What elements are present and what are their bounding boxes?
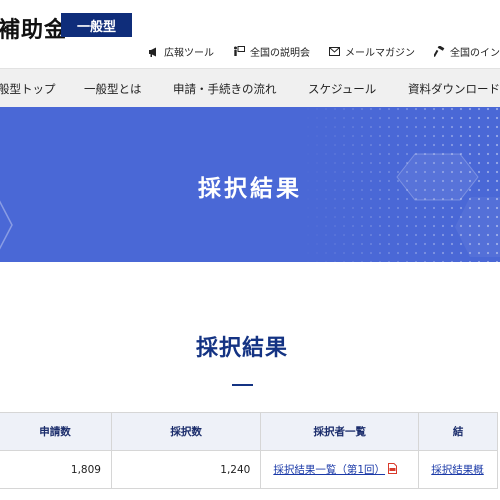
cell-applications: 1,809 (0, 450, 112, 489)
cell-adoptee-list: 採択結果一覧（第1回） (260, 450, 420, 489)
table-row: 1,809 1,240 採択結果一覧（第1回） 採択結果概 (0, 450, 498, 489)
nav-item-about[interactable]: 一般型とは (84, 81, 142, 97)
mail-icon (329, 47, 340, 56)
section-divider (232, 384, 253, 386)
table-header-row: 申請数 採択数 採択者一覧 結 (0, 412, 498, 451)
utility-link-label: 全国の説明会 (250, 48, 310, 59)
column-header-adoptee-list: 採択者一覧 (260, 412, 420, 451)
main-nav: 般型トップ 一般型とは 申請・手続きの流れ スケジュール 資料ダウンロード (0, 68, 500, 107)
site-header: 補助金 一般型 広報ツール 全国の説明会 メールマガジン 全国のインフ (0, 0, 500, 68)
utility-link-national-info[interactable]: 全国のインフ (434, 44, 500, 59)
nav-item-schedule[interactable]: スケジュール (308, 81, 376, 97)
utility-link-label: 全国のインフ (450, 48, 500, 59)
presentation-icon (234, 46, 245, 56)
site-title[interactable]: 補助金 (0, 12, 67, 44)
section-title: 採択結果 (195, 336, 288, 361)
cell-summary: 採択結果概 (418, 450, 498, 489)
utility-link-label: メールマガジン (345, 48, 415, 59)
summary-link[interactable]: 採択結果概 (431, 464, 484, 476)
cell-adopted: 1,240 (110, 450, 262, 489)
column-header-summary: 結 (418, 412, 498, 451)
pdf-icon (388, 463, 398, 474)
nav-item-process[interactable]: 申請・手続きの流れ (173, 81, 277, 97)
utility-link-label: 広報ツール (164, 48, 214, 59)
utility-links: 広報ツール 全国の説明会 メールマガジン 全国のインフ (148, 44, 500, 59)
results-table: 申請数 採択数 採択者一覧 結 1,809 1,240 採択結果一覧（第1回） … (0, 412, 498, 489)
hero-banner: 採択結果 (0, 107, 500, 262)
type-badge: 一般型 (61, 13, 132, 37)
megaphone-icon (149, 47, 156, 57)
hammer-icon (434, 46, 445, 57)
column-header-adopted: 採択数 (110, 412, 262, 451)
nav-item-top[interactable]: 般型トップ (0, 81, 56, 97)
utility-link-briefings[interactable]: 全国の説明会 (233, 44, 310, 59)
hero-title: 採択結果 (198, 176, 302, 202)
utility-link-pr-tools[interactable]: 広報ツール (148, 44, 214, 59)
utility-link-newsletter[interactable]: メールマガジン (329, 44, 415, 59)
column-header-applications: 申請数 (0, 412, 112, 451)
nav-item-downloads[interactable]: 資料ダウンロード (408, 81, 500, 97)
adoptee-list-link[interactable]: 採択結果一覧（第1回） (273, 464, 385, 476)
